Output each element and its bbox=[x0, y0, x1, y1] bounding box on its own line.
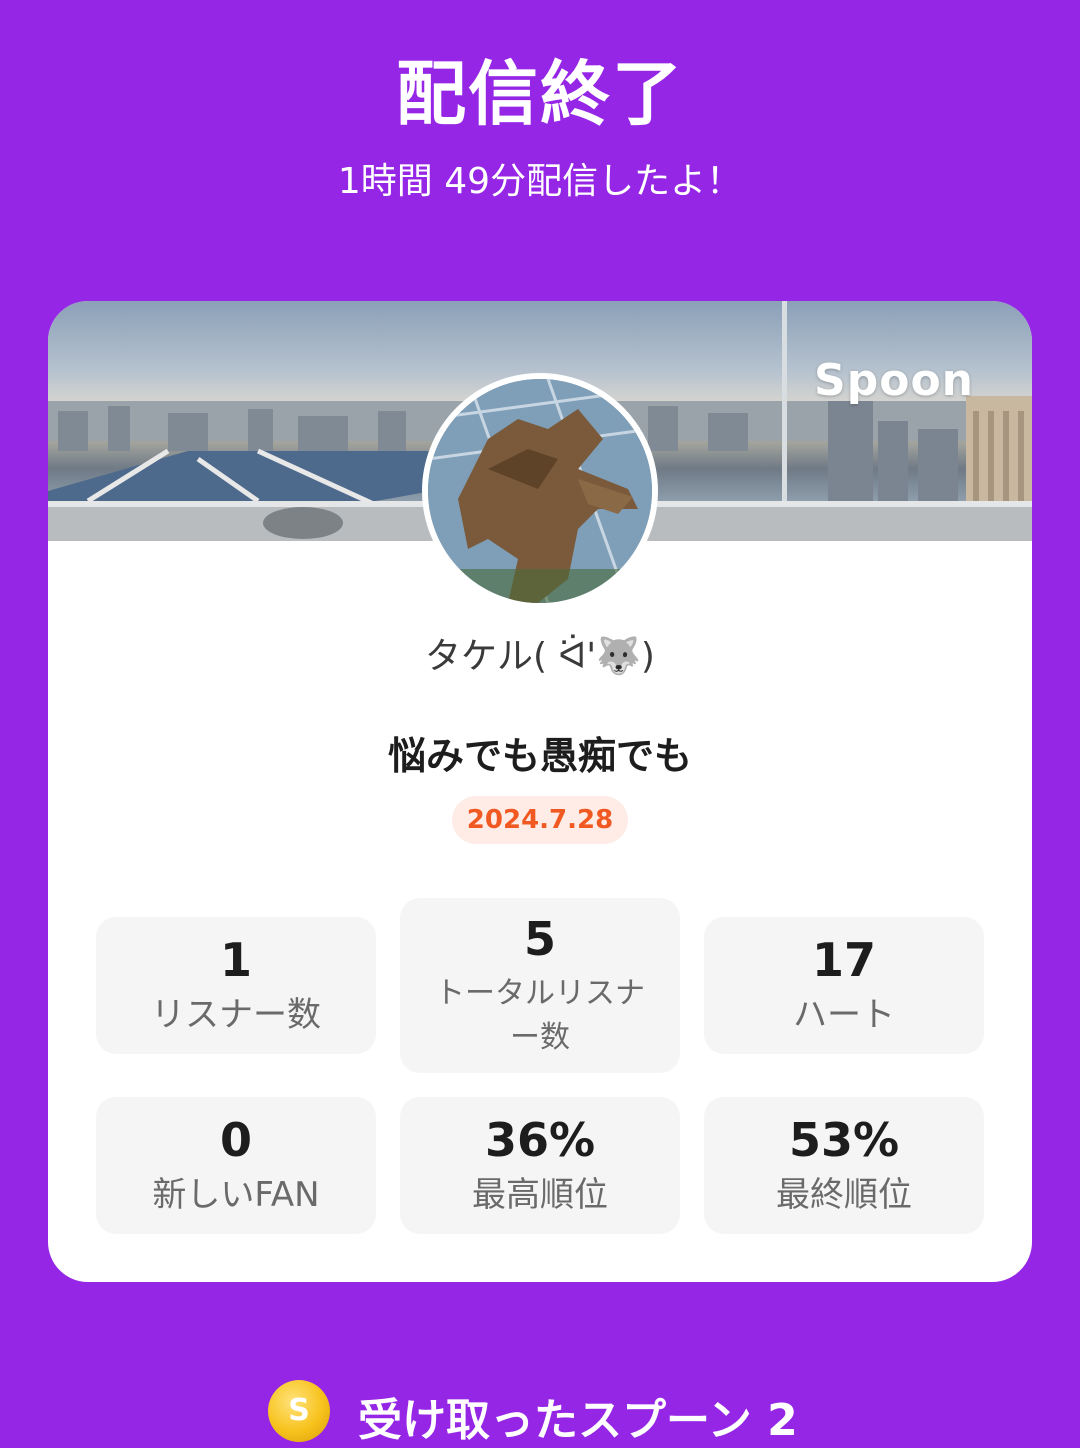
date-badge: 2024.7.28 bbox=[452, 796, 628, 844]
stat-label: ハート bbox=[793, 995, 895, 1035]
stat-label: ー数 bbox=[510, 1020, 570, 1055]
stat-final-rank: 53% 最終順位 bbox=[704, 1097, 984, 1234]
stat-new-fans: 0 新しいFAN bbox=[96, 1097, 376, 1234]
broadcast-duration: 1時間 49分配信したよ！ bbox=[337, 161, 743, 202]
stat-value: 0 bbox=[219, 1113, 252, 1167]
stat-value: 17 bbox=[811, 933, 876, 987]
dragon-statue-image bbox=[428, 379, 652, 603]
stat-value: 36% bbox=[484, 1113, 596, 1167]
stat-label: 新しいFAN bbox=[152, 1175, 320, 1215]
stat-value: 1 bbox=[219, 933, 252, 987]
stat-top-rank: 36% 最高順位 bbox=[400, 1097, 680, 1234]
received-spoons: S 受け取ったスプーン 2 bbox=[0, 1372, 1080, 1446]
spoon-logo: Spoon bbox=[814, 355, 974, 406]
spoon-coin-icon: S bbox=[268, 1380, 330, 1442]
avatar[interactable] bbox=[422, 373, 658, 609]
page-title: 配信終了 bbox=[396, 53, 684, 135]
stat-label: 最終順位 bbox=[776, 1175, 912, 1215]
username: タケル( ᐛ'🐺) bbox=[425, 636, 655, 677]
stat-total-listeners: 5 トータルリスナ ー数 bbox=[400, 898, 680, 1073]
broadcast-title: 悩みでも愚痴でも bbox=[387, 734, 692, 778]
stat-hearts: 17 ハート bbox=[704, 917, 984, 1054]
stat-listeners: 1 リスナー数 bbox=[96, 917, 376, 1054]
stat-value: 5 bbox=[523, 912, 556, 966]
stat-label: リスナー数 bbox=[151, 995, 321, 1035]
stat-label: 最高順位 bbox=[472, 1175, 608, 1215]
stat-label: トータルリスナ bbox=[435, 976, 645, 1011]
received-spoons-label: 受け取ったスプーン 2 bbox=[358, 1395, 798, 1446]
broadcast-summary-card: Spoon タケル( ᐛ'🐺) 悩みでも愚痴でも 2024.7.28 1 リスナ… bbox=[48, 301, 1032, 1282]
stat-value: 53% bbox=[788, 1113, 900, 1167]
